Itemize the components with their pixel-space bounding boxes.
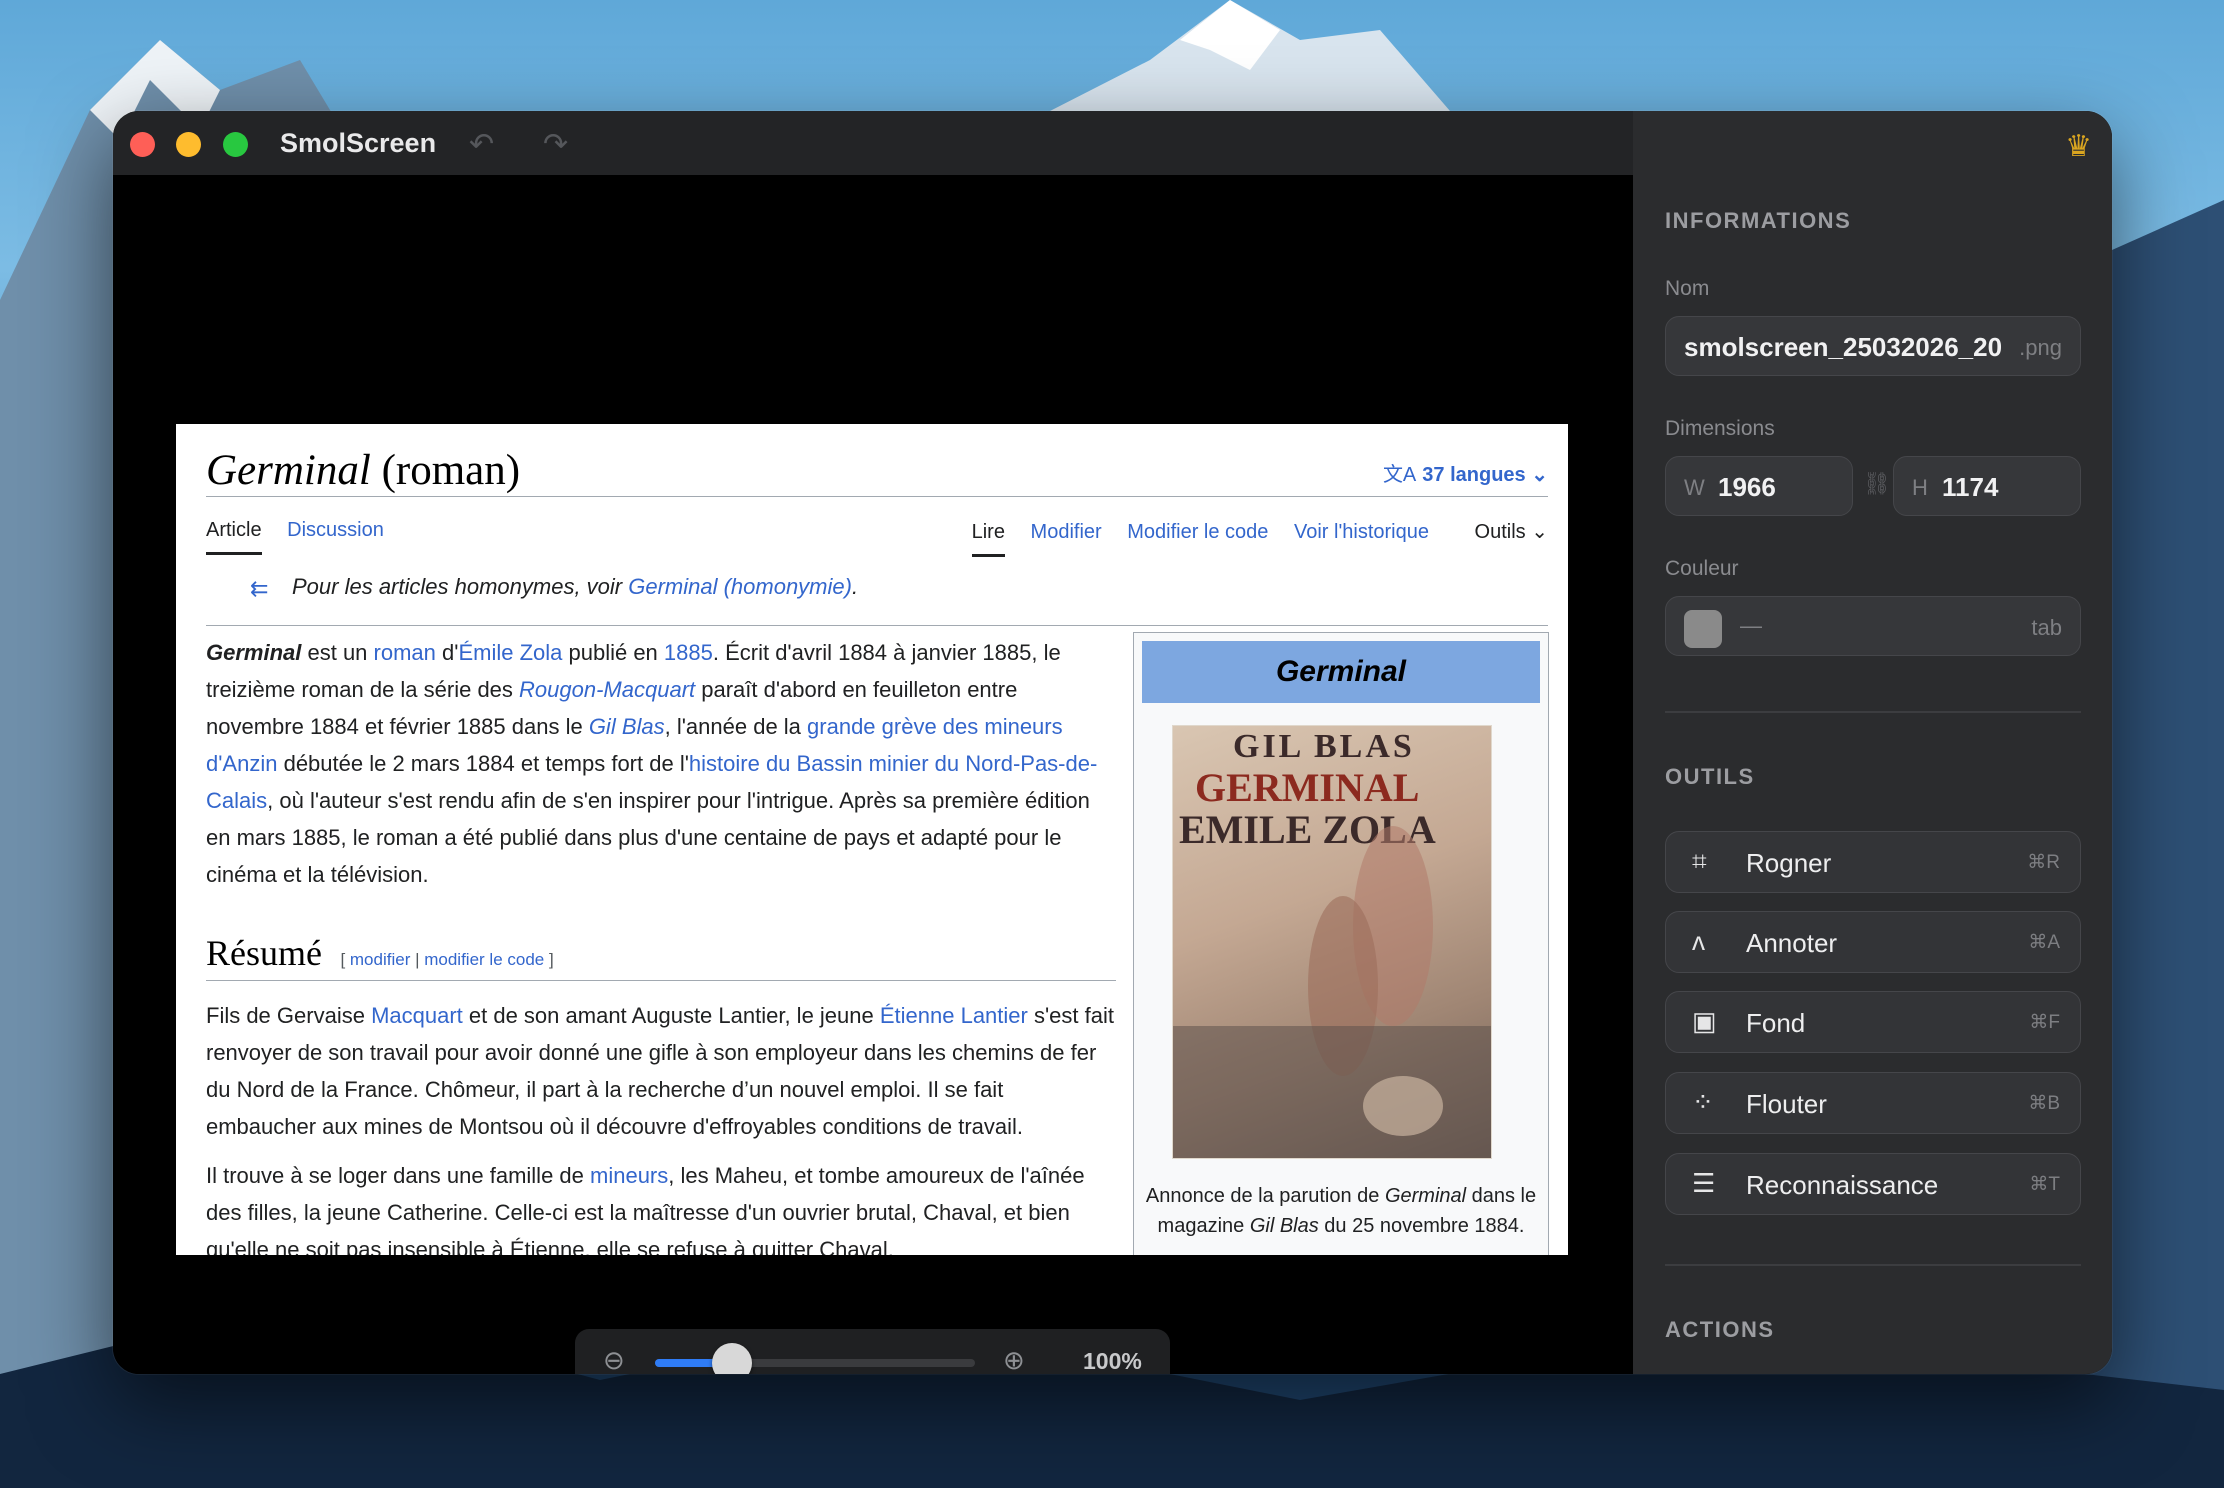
link-etienne[interactable]: Étienne Lantier (880, 1003, 1028, 1028)
screenshot-preview[interactable]: Germinal (roman) 文A 37 langues ⌄ Article … (176, 424, 1568, 1255)
tab-history[interactable]: Voir l'historique (1294, 521, 1429, 543)
close-button[interactable] (130, 132, 155, 157)
languages-button[interactable]: 文A 37 langues ⌄ (1383, 458, 1548, 487)
dimensions-label: Dimensions (1665, 417, 1775, 440)
tab-edit-code[interactable]: Modifier le code (1127, 521, 1268, 543)
zoom-slider-thumb[interactable] (711, 1343, 752, 1374)
name-label: Nom (1665, 277, 1710, 300)
redo-icon[interactable]: ↷ (543, 127, 568, 162)
link-zola[interactable]: Émile Zola (458, 640, 562, 665)
zoom-slider[interactable] (655, 1343, 975, 1374)
resume-paragraph-1: Fils de Gervaise Macquart et de son aman… (206, 1003, 1114, 1139)
crop-icon: ⌗ (1692, 846, 1707, 876)
divider (1665, 1264, 2081, 1266)
pen-icon: ʌ (1692, 926, 1705, 956)
color-swatch[interactable] (1684, 610, 1722, 648)
link-rougon[interactable]: Rougon-Macquart (519, 677, 695, 702)
zoom-button[interactable] (223, 132, 248, 157)
zoom-in-icon[interactable]: ⊕ (1003, 1345, 1025, 1374)
poster-image[interactable]: GIL BLAS GERMINAL EMILE ZOLA (1172, 725, 1492, 1159)
section-edit-link[interactable]: modifier (350, 950, 410, 969)
tab-read[interactable]: Lire (971, 521, 1005, 557)
link-dimensions-icon[interactable]: ⛓ (1863, 471, 1891, 497)
section-actions: ACTIONS (1665, 1317, 1775, 1342)
hatnote-link[interactable]: Germinal (homonymie) (628, 574, 852, 599)
divider (1665, 711, 2081, 713)
inspector-sidebar: ♛ INFORMATIONS Nom smolscreen_25032026_2… (1633, 111, 2112, 1374)
text-recognition-icon: ☰ (1692, 1168, 1716, 1198)
section-heading-resume: Résumé [ modifier | modifier le code ] (206, 932, 1116, 981)
page-title: Germinal (roman) (206, 447, 521, 494)
divider (206, 625, 1548, 626)
minimize-button[interactable] (176, 132, 201, 157)
file-extension: .png (2019, 335, 2062, 360)
poster-illustration (1173, 826, 1491, 1158)
view-tabs: Lire Modifier Modifier le code Voir l'hi… (952, 519, 1548, 557)
preview-canvas: Germinal (roman) 文A 37 langues ⌄ Article … (113, 175, 1633, 1374)
color-field[interactable]: — tab (1665, 596, 2081, 656)
resume-paragraph-2: Il trouve à se loger dans une famille de… (206, 1163, 1085, 1255)
tool-annotate[interactable]: ʌ Annoter ⌘A (1665, 911, 2081, 973)
namespace-tabs: Article Discussion (206, 519, 404, 555)
tool-background[interactable]: ▣ Fond ⌘F (1665, 991, 2081, 1053)
title-bar: SmolScreen ↶ ↷ (113, 111, 1633, 175)
image-icon: ▣ (1692, 1006, 1717, 1036)
height-field[interactable]: H 1174 (1893, 456, 2081, 516)
tool-crop[interactable]: ⌗ Rogner ⌘R (1665, 831, 2081, 893)
link-mineurs[interactable]: mineurs (590, 1163, 668, 1188)
zoom-out-icon[interactable]: ⊖ (603, 1345, 625, 1374)
app-window: SmolScreen ↶ ↷ Germinal (roman) 文A 37 lan… (113, 111, 2112, 1374)
tab-edit[interactable]: Modifier (1031, 521, 1102, 543)
width-field[interactable]: W 1966 (1665, 456, 1853, 516)
infobox-title: Germinal (1142, 641, 1540, 703)
tool-blur[interactable]: ⁘ Flouter ⌘B (1665, 1072, 2081, 1134)
link-1885[interactable]: 1885 (664, 640, 713, 665)
intro-paragraph: Germinal est un roman d'Émile Zola publi… (206, 640, 1098, 887)
disambiguation-icon: ⇇ (250, 576, 269, 601)
tab-article[interactable]: Article (206, 519, 262, 555)
section-informations: INFORMATIONS (1665, 208, 1852, 233)
tool-text-recognition[interactable]: ☰ Reconnaissance ⌘T (1665, 1153, 2081, 1215)
zoom-level: 100% (1083, 1348, 1142, 1374)
translate-icon: 文A (1382, 464, 1417, 486)
blur-icon: ⁘ (1692, 1087, 1714, 1117)
section-outils: OUTILS (1665, 764, 1755, 789)
divider (206, 496, 1548, 497)
filename-field[interactable]: smolscreen_25032026_20 .png (1665, 316, 2081, 376)
color-label: Couleur (1665, 557, 1739, 580)
undo-icon[interactable]: ↶ (469, 127, 494, 162)
link-gil-blas[interactable]: Gil Blas (589, 714, 665, 739)
zoom-bar: ⊖ ⊕ 100% (575, 1329, 1170, 1374)
tab-discussion[interactable]: Discussion (287, 519, 384, 541)
hatnote: Pour les articles homonymes, voir Germin… (292, 574, 859, 599)
link-macquart[interactable]: Macquart (371, 1003, 463, 1028)
app-title: SmolScreen (280, 128, 437, 158)
link-roman[interactable]: roman (374, 640, 436, 665)
tools-menu[interactable]: Outils ⌄ (1455, 521, 1548, 543)
infobox-caption: Annonce de la parution de Germinal dans … (1145, 1185, 1537, 1237)
section-edit-code-link[interactable]: modifier le code (424, 950, 544, 969)
infobox: Germinal GIL BLAS GERMINAL EMILE ZOLA An… (1133, 632, 1549, 1255)
crown-icon[interactable]: ♛ (2065, 129, 2092, 164)
